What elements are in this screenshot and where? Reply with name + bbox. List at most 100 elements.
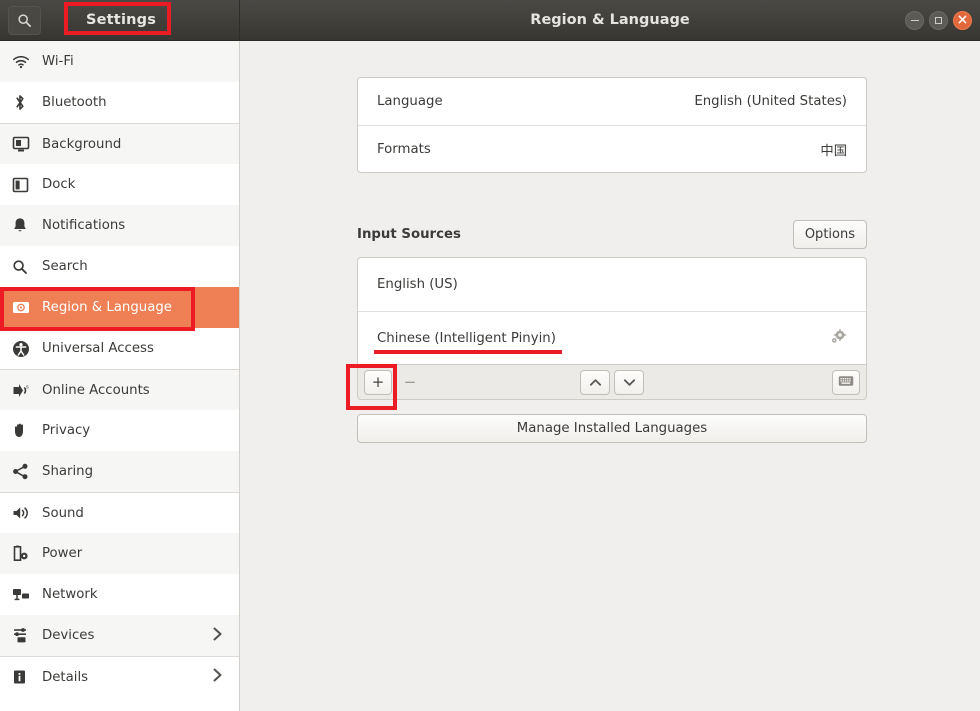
input-sources-list: English (US) Chinese (Intelligent Pinyin… bbox=[357, 257, 867, 364]
devices-icon bbox=[12, 626, 38, 646]
search-icon bbox=[17, 13, 32, 28]
manage-installed-languages-button[interactable]: Manage Installed Languages bbox=[357, 414, 867, 443]
close-icon bbox=[958, 15, 967, 26]
speaker-icon bbox=[12, 503, 38, 523]
sidebar-item-label: Privacy bbox=[42, 423, 91, 438]
sidebar-item-online-accounts[interactable]: s Online Accounts bbox=[0, 369, 239, 410]
language-row[interactable]: Language English (United States) bbox=[358, 78, 866, 125]
sharing-icon bbox=[12, 462, 38, 482]
sidebar-item-label: Region & Language bbox=[42, 300, 172, 315]
gear-icon[interactable] bbox=[830, 328, 847, 349]
sidebar-item-label: Wi-Fi bbox=[42, 54, 74, 69]
sidebar-item-label: Details bbox=[42, 669, 89, 685]
sidebar-item-privacy[interactable]: Privacy bbox=[0, 410, 239, 451]
sidebar[interactable]: Wi-Fi Bluetooth Background Dock Notifica… bbox=[0, 41, 240, 711]
minimize-icon bbox=[910, 19, 919, 22]
app-title-wrap: Settings bbox=[64, 0, 178, 41]
sidebar-item-label: Devices bbox=[42, 628, 95, 643]
chevron-down-icon bbox=[623, 373, 636, 391]
network-icon bbox=[12, 585, 38, 605]
chevron-right-icon bbox=[212, 667, 223, 687]
title-bar-left: Settings bbox=[0, 0, 240, 41]
svg-text:s: s bbox=[26, 384, 29, 390]
input-sources-toolbar: + − bbox=[357, 364, 867, 400]
sidebar-item-label: Sound bbox=[42, 505, 84, 521]
add-input-source-label: + bbox=[371, 373, 385, 391]
formats-row[interactable]: Formats 中国 bbox=[358, 125, 866, 172]
language-formats-card: Language English (United States) Formats… bbox=[357, 77, 867, 173]
sidebar-item-label: Sharing bbox=[42, 464, 94, 479]
toolbar-center-group bbox=[580, 369, 644, 395]
toolbar-right-group bbox=[832, 369, 860, 395]
bell-icon bbox=[12, 216, 38, 236]
move-down-button[interactable] bbox=[614, 369, 644, 395]
manage-installed-languages-label: Manage Installed Languages bbox=[516, 421, 708, 436]
list-item[interactable]: English (US) bbox=[358, 258, 866, 311]
chevron-right-icon bbox=[212, 626, 223, 646]
sidebar-item-details[interactable]: Details bbox=[0, 656, 239, 697]
keyboard-icon bbox=[838, 373, 854, 391]
sidebar-item-region-language[interactable]: Region & Language bbox=[0, 287, 239, 328]
sidebar-item-search[interactable]: Search bbox=[0, 246, 239, 287]
battery-icon bbox=[12, 544, 38, 564]
wifi-icon bbox=[12, 52, 38, 72]
list-item[interactable]: Chinese (Intelligent Pinyin) bbox=[358, 311, 866, 364]
sidebar-item-label: Universal Access bbox=[42, 341, 154, 356]
formats-value: 中国 bbox=[820, 143, 847, 159]
sidebar-item-label: Bluetooth bbox=[42, 95, 107, 110]
input-sources-panel: Input Sources Options English (US) Chine… bbox=[357, 219, 867, 443]
input-sources-header: Input Sources Options bbox=[357, 219, 867, 250]
sidebar-item-sound[interactable]: Sound bbox=[0, 492, 239, 533]
dock-icon bbox=[12, 175, 38, 195]
remove-input-source-label: − bbox=[403, 373, 417, 391]
show-keyboard-layout-button[interactable] bbox=[832, 369, 860, 395]
sidebar-item-dock[interactable]: Dock bbox=[0, 164, 239, 205]
maximize-icon bbox=[935, 17, 942, 24]
close-button[interactable] bbox=[953, 11, 972, 30]
sidebar-item-power[interactable]: Power bbox=[0, 533, 239, 574]
sidebar-item-label: Background bbox=[42, 136, 122, 152]
sidebar-item-wifi[interactable]: Wi-Fi bbox=[0, 41, 239, 82]
input-source-label: Chinese (Intelligent Pinyin) bbox=[377, 330, 556, 346]
page-title: Region & Language bbox=[530, 12, 690, 28]
content-area: Language English (United States) Formats… bbox=[241, 41, 980, 711]
bluetooth-icon bbox=[12, 93, 38, 113]
search-icon bbox=[12, 257, 38, 277]
settings-window: Settings Region & Language Wi-Fi Bluetoo… bbox=[0, 0, 980, 711]
sidebar-item-background[interactable]: Background bbox=[0, 123, 239, 164]
sidebar-item-devices[interactable]: Devices bbox=[0, 615, 239, 656]
move-up-button[interactable] bbox=[580, 369, 610, 395]
maximize-button[interactable] bbox=[929, 11, 948, 30]
background-icon bbox=[12, 134, 38, 154]
title-bar-center: Region & Language bbox=[240, 0, 980, 41]
language-formats-panel: Language English (United States) Formats… bbox=[357, 77, 867, 173]
app-title: Settings bbox=[86, 12, 157, 28]
minimize-button[interactable] bbox=[905, 11, 924, 30]
options-button[interactable]: Options bbox=[792, 220, 867, 249]
sidebar-item-network[interactable]: Network bbox=[0, 574, 239, 615]
remove-input-source-button: − bbox=[396, 370, 424, 395]
formats-label: Formats bbox=[377, 141, 431, 157]
privacy-hand-icon bbox=[12, 421, 38, 441]
sidebar-item-label: Network bbox=[42, 587, 98, 602]
sidebar-item-bluetooth[interactable]: Bluetooth bbox=[0, 82, 239, 123]
sidebar-item-label: Notifications bbox=[42, 218, 126, 233]
sidebar-item-label: Dock bbox=[42, 177, 76, 192]
title-bar: Settings Region & Language bbox=[0, 0, 980, 41]
input-source-label: English (US) bbox=[377, 277, 458, 292]
sidebar-item-sharing[interactable]: Sharing bbox=[0, 451, 239, 492]
language-value: English (United States) bbox=[694, 94, 847, 109]
info-icon bbox=[12, 667, 38, 687]
sidebar-item-label: Search bbox=[42, 259, 88, 274]
sidebar-item-label: Power bbox=[42, 546, 83, 561]
add-input-source-button[interactable]: + bbox=[364, 369, 392, 395]
chevron-up-icon bbox=[589, 373, 602, 391]
sidebar-item-universal-access[interactable]: Universal Access bbox=[0, 328, 239, 369]
region-language-icon bbox=[12, 298, 38, 318]
accessibility-icon bbox=[12, 339, 38, 359]
sidebar-item-notifications[interactable]: Notifications bbox=[0, 205, 239, 246]
input-sources-title: Input Sources bbox=[357, 227, 461, 242]
window-controls bbox=[905, 0, 972, 41]
search-button[interactable] bbox=[8, 5, 41, 35]
online-accounts-icon: s bbox=[12, 380, 38, 400]
